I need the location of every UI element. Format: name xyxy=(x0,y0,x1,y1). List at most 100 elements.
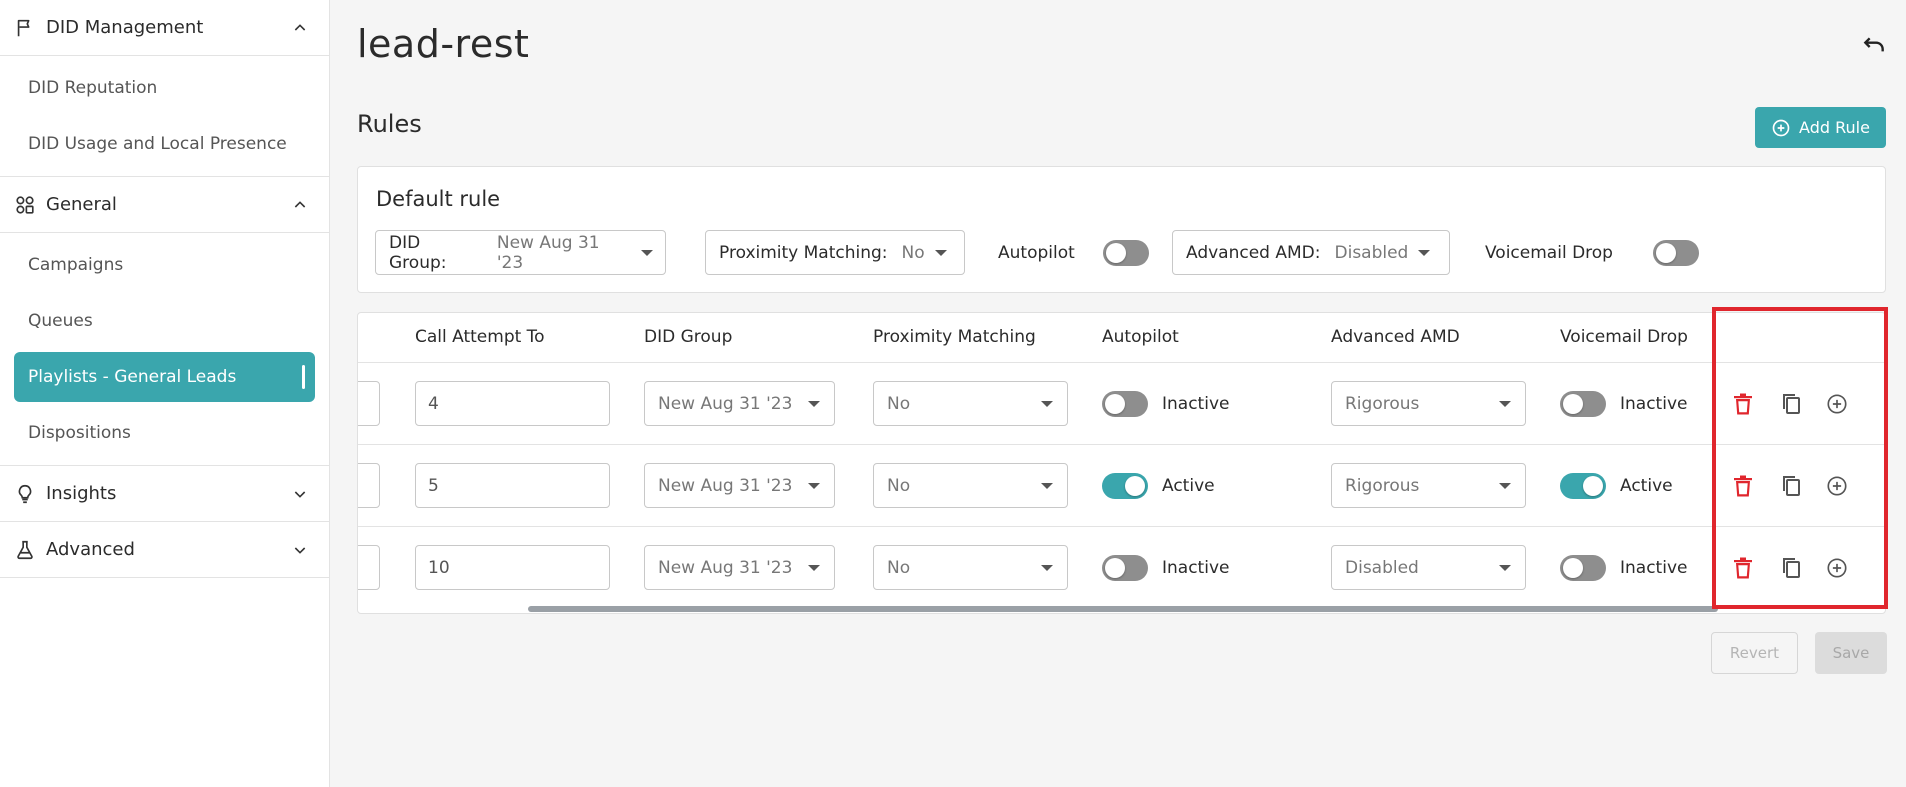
voicemail-toggle[interactable] xyxy=(1560,391,1606,417)
section-did-management[interactable]: DID Management xyxy=(0,0,329,56)
autopilot-toggle[interactable] xyxy=(1102,391,1148,417)
section-label: General xyxy=(46,194,117,215)
caret-down-icon xyxy=(1041,564,1053,571)
sidebar-item-campaigns[interactable]: Campaigns xyxy=(0,237,329,293)
add-rule-button[interactable]: Add Rule xyxy=(1755,107,1886,148)
did-group-select[interactable]: New Aug 31 '23 xyxy=(644,545,835,590)
header-autopilot: Autopilot xyxy=(1102,327,1179,347)
truncated-cell[interactable] xyxy=(358,545,380,590)
autopilot-label: Autopilot xyxy=(998,243,1075,263)
amd-select[interactable]: Rigorous xyxy=(1331,463,1526,508)
did-group-select[interactable]: New Aug 31 '23 xyxy=(644,381,835,426)
highlight-box xyxy=(1712,307,1888,609)
proximity-value: No xyxy=(887,393,911,414)
voicemail-cell: Inactive xyxy=(1560,391,1687,417)
default-rule-title: Default rule xyxy=(376,187,501,211)
default-autopilot-toggle[interactable] xyxy=(1103,240,1149,266)
caret-down-icon xyxy=(1499,564,1511,571)
apps-icon xyxy=(12,192,38,218)
call-attempt-input[interactable]: 5 xyxy=(415,463,610,508)
truncated-cell[interactable] xyxy=(358,381,380,426)
amd-select[interactable]: Rigorous xyxy=(1331,381,1526,426)
proximity-value: No xyxy=(887,475,911,496)
autopilot-status: Inactive xyxy=(1162,394,1230,414)
amd-label: Advanced AMD: xyxy=(1186,242,1321,263)
chevron-down-icon[interactable] xyxy=(289,539,311,561)
amd-select[interactable]: Disabled xyxy=(1331,545,1526,590)
table-row: 5 New Aug 31 '23 No Active Rigorous Acti… xyxy=(358,444,1885,526)
sidebar-item-queues[interactable]: Queues xyxy=(0,293,329,349)
proximity-label: Proximity Matching: xyxy=(719,242,888,263)
header-voicemail: Voicemail Drop xyxy=(1560,327,1688,347)
call-attempt-input[interactable]: 10 xyxy=(415,545,610,590)
main-content: lead-rest Rules Add Rule Default rule DI… xyxy=(331,0,1906,787)
header-advanced-amd: Advanced AMD xyxy=(1331,327,1460,347)
voicemail-cell: Active xyxy=(1560,473,1673,499)
autopilot-cell: Active xyxy=(1102,473,1215,499)
amd-value: Disabled xyxy=(1334,242,1409,263)
voicemail-status: Active xyxy=(1620,476,1673,496)
section-label: Insights xyxy=(46,483,117,504)
voicemail-toggle[interactable] xyxy=(1560,555,1606,581)
did-group-label: DID Group: xyxy=(389,232,447,273)
caret-down-icon xyxy=(808,564,820,571)
did-group-value: New Aug 31 '23 xyxy=(658,393,793,414)
sidebar-item-did-usage[interactable]: DID Usage and Local Presence xyxy=(0,116,329,172)
autopilot-status: Active xyxy=(1162,476,1215,496)
caret-down-icon xyxy=(1041,400,1053,407)
sidebar-item-dispositions[interactable]: Dispositions xyxy=(0,405,329,461)
proximity-select[interactable]: No xyxy=(873,545,1068,590)
flask-icon xyxy=(12,537,38,563)
sidebar-item-label: Playlists - General Leads xyxy=(28,367,237,387)
proximity-value: No xyxy=(901,242,925,263)
save-button[interactable]: Save xyxy=(1815,632,1887,674)
header-proximity: Proximity Matching xyxy=(873,327,1036,347)
section-general[interactable]: General xyxy=(0,177,329,233)
section-advanced[interactable]: Advanced xyxy=(0,522,329,578)
default-voicemail-toggle[interactable] xyxy=(1653,240,1699,266)
horizontal-scrollbar[interactable] xyxy=(528,606,1718,612)
default-proximity-select[interactable]: Proximity Matching: No xyxy=(705,230,965,275)
add-circle-icon xyxy=(1772,119,1790,136)
voicemail-cell: Inactive xyxy=(1560,555,1687,581)
general-items: Campaigns Queues Playlists - General Lea… xyxy=(0,233,329,466)
table-row: 10 New Aug 31 '23 No Inactive Disabled I… xyxy=(358,526,1885,608)
caret-down-icon xyxy=(808,482,820,489)
chevron-down-icon[interactable] xyxy=(289,483,311,505)
sidebar: DID Management DID Reputation DID Usage … xyxy=(0,0,330,787)
default-did-group-select[interactable]: DID Group: New Aug 31 '23 xyxy=(375,230,666,275)
autopilot-toggle[interactable] xyxy=(1102,555,1148,581)
did-group-value: New Aug 31 '23 xyxy=(658,557,793,578)
caret-down-icon xyxy=(1418,249,1431,256)
voicemail-status: Inactive xyxy=(1620,558,1688,578)
chevron-up-icon[interactable] xyxy=(289,17,311,39)
did-group-value: New Aug 31 '23 xyxy=(658,475,793,496)
sidebar-item-did-reputation[interactable]: DID Reputation xyxy=(0,60,329,116)
section-label: Advanced xyxy=(46,539,135,560)
proximity-select[interactable]: No xyxy=(873,463,1068,508)
did-group-select[interactable]: New Aug 31 '23 xyxy=(644,463,835,508)
rules-heading: Rules xyxy=(357,110,422,138)
lightbulb-icon xyxy=(12,481,38,507)
caret-down-icon xyxy=(1499,482,1511,489)
caret-down-icon xyxy=(641,249,653,256)
proximity-select[interactable]: No xyxy=(873,381,1068,426)
table-row: 4 New Aug 31 '23 No Inactive Rigorous In… xyxy=(358,362,1885,444)
autopilot-toggle[interactable] xyxy=(1102,473,1148,499)
call-attempt-input[interactable]: 4 xyxy=(415,381,610,426)
section-insights[interactable]: Insights xyxy=(0,466,329,522)
default-amd-select[interactable]: Advanced AMD: Disabled xyxy=(1172,230,1450,275)
undo-icon[interactable] xyxy=(1859,32,1889,62)
sidebar-item-playlists[interactable]: Playlists - General Leads xyxy=(14,352,315,402)
did-group-value: New Aug 31 '23 xyxy=(496,232,600,273)
amd-value: Rigorous xyxy=(1345,393,1420,414)
voicemail-toggle[interactable] xyxy=(1560,473,1606,499)
rules-table: Call Attempt To DID Group Proximity Matc… xyxy=(357,312,1886,614)
proximity-value: No xyxy=(887,557,911,578)
revert-button[interactable]: Revert xyxy=(1711,632,1798,674)
truncated-cell[interactable] xyxy=(358,463,380,508)
caret-down-icon xyxy=(808,400,820,407)
amd-value: Disabled xyxy=(1345,557,1419,578)
page-title: lead-rest xyxy=(357,22,530,66)
chevron-up-icon[interactable] xyxy=(289,194,311,216)
